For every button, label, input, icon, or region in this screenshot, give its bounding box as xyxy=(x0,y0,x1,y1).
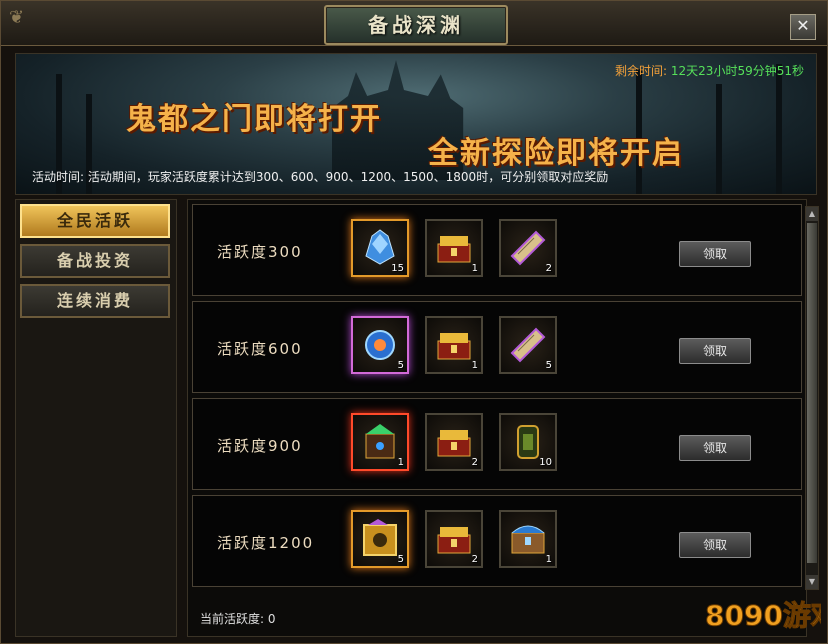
scroll-down-arrow-icon[interactable]: ▼ xyxy=(806,575,818,589)
blue-chest-icon[interactable]: 1 xyxy=(499,510,557,568)
reward-list: 活跃度300 15 1 2 领取 活跃度600 5 1 5 领取 活跃度900 … xyxy=(187,199,807,637)
item-qty: 1 xyxy=(397,457,404,468)
banner-headline-1: 鬼都之门即将打开 xyxy=(126,102,382,137)
talisman-icon[interactable]: 10 xyxy=(499,413,557,471)
blue-orb-icon[interactable]: 5 xyxy=(351,316,409,374)
event-banner: 鬼都之门即将打开 全新探险即将开启 剩余时间: 12天23小时59分钟51秒 活… xyxy=(15,53,817,195)
reward-tier-label: 活跃度900 xyxy=(217,437,303,455)
green-box-icon[interactable]: 1 xyxy=(351,413,409,471)
time-left: 剩余时间: 12天23小时59分钟51秒 xyxy=(615,62,804,79)
tree-silhouette xyxy=(776,64,782,194)
claim-button[interactable]: 领取 xyxy=(679,435,751,461)
item-qty: 2 xyxy=(471,554,478,565)
time-left-value: 12天23小时59分钟51秒 xyxy=(670,64,804,78)
item-qty: 2 xyxy=(545,263,552,274)
window-title: 备战深渊 xyxy=(368,13,464,37)
gold-chest-icon[interactable]: 1 xyxy=(425,316,483,374)
gold-chest-icon[interactable]: 2 xyxy=(425,510,483,568)
reward-row: 活跃度900 1 2 10 领取 xyxy=(192,398,802,490)
sidebar-item-all-activity[interactable]: 全民活跃 xyxy=(20,204,170,238)
gold-book-icon[interactable]: 5 xyxy=(351,510,409,568)
item-qty: 15 xyxy=(391,263,404,274)
claim-button[interactable]: 领取 xyxy=(679,532,751,558)
claim-button[interactable]: 领取 xyxy=(679,241,751,267)
event-window: ❦ 备战深渊 ✕ 鬼都之门即将打开 全新探险即将开启 剩余时间: 12天23小时… xyxy=(0,0,828,644)
item-qty: 1 xyxy=(471,360,478,371)
watermark-text: 8090游戏 xyxy=(705,599,821,632)
gold-chest-icon[interactable]: 1 xyxy=(425,219,483,277)
item-qty: 10 xyxy=(539,457,552,468)
scroll-thumb[interactable] xyxy=(807,223,817,563)
scrollbar[interactable]: ▲ ▼ xyxy=(805,206,819,590)
reward-row: 活跃度300 15 1 2 领取 xyxy=(192,204,802,296)
reward-tier-label: 活跃度300 xyxy=(217,243,303,261)
blue-crystal-icon[interactable]: 15 xyxy=(351,219,409,277)
close-button[interactable]: ✕ xyxy=(790,14,816,40)
sidebar-item-consumption[interactable]: 连续消费 xyxy=(20,284,170,318)
reward-tier-label: 活跃度1200 xyxy=(217,534,315,552)
scroll-up-arrow-icon[interactable]: ▲ xyxy=(806,207,818,221)
ornament-left-icon: ❦ xyxy=(9,7,25,28)
title-bar: ❦ 备战深渊 ✕ xyxy=(1,1,827,46)
reward-row: 活跃度1200 5 2 1 领取 xyxy=(192,495,802,587)
sidebar: 全民活跃 备战投资 连续消费 xyxy=(15,199,177,637)
item-qty: 5 xyxy=(397,360,404,371)
banner-headline-2: 全新探险即将开启 xyxy=(428,136,684,171)
gold-chest-icon[interactable]: 2 xyxy=(425,413,483,471)
item-qty: 5 xyxy=(397,554,404,565)
current-activity: 当前活跃度: 0 xyxy=(200,612,276,626)
purple-scroll-icon[interactable]: 5 xyxy=(499,316,557,374)
time-left-label: 剩余时间: xyxy=(615,64,668,78)
reward-tier-label: 活跃度600 xyxy=(217,340,303,358)
item-qty: 2 xyxy=(471,457,478,468)
purple-scroll-icon[interactable]: 2 xyxy=(499,219,557,277)
sidebar-item-investment[interactable]: 备战投资 xyxy=(20,244,170,278)
title-plate: 备战深渊 xyxy=(324,5,508,45)
item-qty: 5 xyxy=(545,360,552,371)
watermark-logo: 8090游戏 xyxy=(705,599,822,633)
activity-description: 活动时间: 活动期间，玩家活跃度累计达到300、600、900、1200、150… xyxy=(32,170,609,184)
item-qty: 1 xyxy=(471,263,478,274)
claim-button[interactable]: 领取 xyxy=(679,338,751,364)
item-qty: 1 xyxy=(545,554,552,565)
reward-row: 活跃度600 5 1 5 领取 xyxy=(192,301,802,393)
tree-silhouette xyxy=(716,84,722,194)
